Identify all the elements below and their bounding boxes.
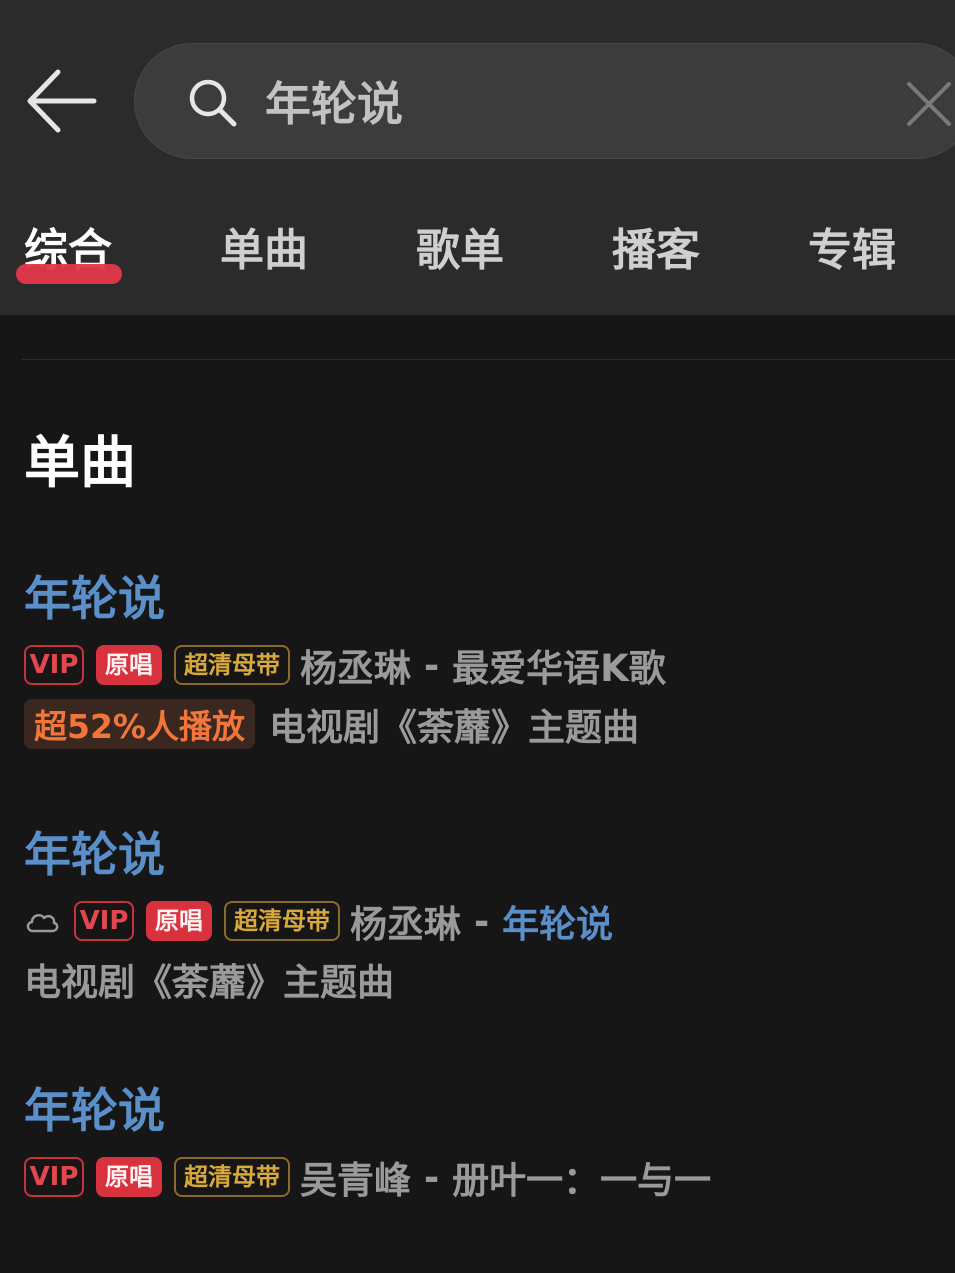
song-meta: VIP 原唱 超清母带 杨丞琳 - 最爱华语K歌 [24,642,666,690]
song-extra: 电视剧《荼蘼》主题曲 [24,956,394,1004]
artist-name: 杨丞琳 [300,647,411,690]
song-description: 电视剧《荼蘼》主题曲 [269,706,639,749]
section-title: 单曲 [24,431,136,496]
hq-badge: 超清母带 [174,1157,290,1197]
hot-badge: 超52%人播放 [24,699,255,749]
song-item[interactable]: 年轮说 VIP 原唱 超清母带 杨丞琳 - 年轮说 电视剧《荼蘼》主题曲 [24,826,944,1016]
album-name: 年轮说 [502,903,614,946]
divider [22,359,955,360]
artist-name: 吴青峰 [300,1159,411,1202]
artist-name: 杨丞琳 [350,903,461,946]
cloud-icon [26,913,59,933]
song-description: 电视剧《荼蘼》主题曲 [24,961,394,1004]
album-name: 最爱华语K歌 [452,647,666,690]
song-title: 年轮说 [24,828,165,883]
vip-badge: VIP [24,645,84,685]
separator: - [411,643,453,687]
search-icon [189,79,237,127]
song-extra: 超52%人播放 电视剧《荼蘼》主题曲 [24,698,639,750]
clear-icon[interactable] [905,80,953,128]
separator: - [411,1155,453,1199]
vip-badge: VIP [24,1157,84,1197]
song-item[interactable]: 年轮说 VIP 原唱 超清母带 杨丞琳 - 最爱华语K歌 超52%人播放 电视剧… [24,570,944,760]
search-input[interactable] [265,70,865,132]
original-badge: 原唱 [146,901,212,941]
tab-playlists[interactable]: 歌单 [416,218,504,284]
hq-badge: 超清母带 [224,901,340,941]
song-meta: VIP 原唱 超清母带 吴青峰 - 册叶一：一与一 [24,1154,711,1202]
tab-albums[interactable]: 专辑 [808,218,896,284]
song-meta: VIP 原唱 超清母带 杨丞琳 - 年轮说 [24,898,613,946]
original-badge: 原唱 [96,645,162,685]
hq-badge: 超清母带 [174,645,290,685]
tab-songs[interactable]: 单曲 [220,218,308,284]
song-item[interactable]: 年轮说 VIP 原唱 超清母带 吴青峰 - 册叶一：一与一 [24,1082,944,1212]
song-title: 年轮说 [24,572,165,627]
tab-bar: 综合 单曲 歌单 播客 专辑 [0,218,955,288]
top-bar: 综合 单曲 歌单 播客 专辑 [0,0,955,315]
separator: - [461,899,503,943]
vip-badge: VIP [74,901,134,941]
album-name: 册叶一：一与一 [452,1159,712,1202]
search-bar[interactable] [134,43,955,159]
active-tab-indicator [16,264,122,284]
back-button[interactable] [22,64,102,138]
original-badge: 原唱 [96,1157,162,1197]
song-title: 年轮说 [24,1084,165,1139]
back-arrow-icon [27,69,97,133]
tab-podcasts[interactable]: 播客 [612,218,700,284]
